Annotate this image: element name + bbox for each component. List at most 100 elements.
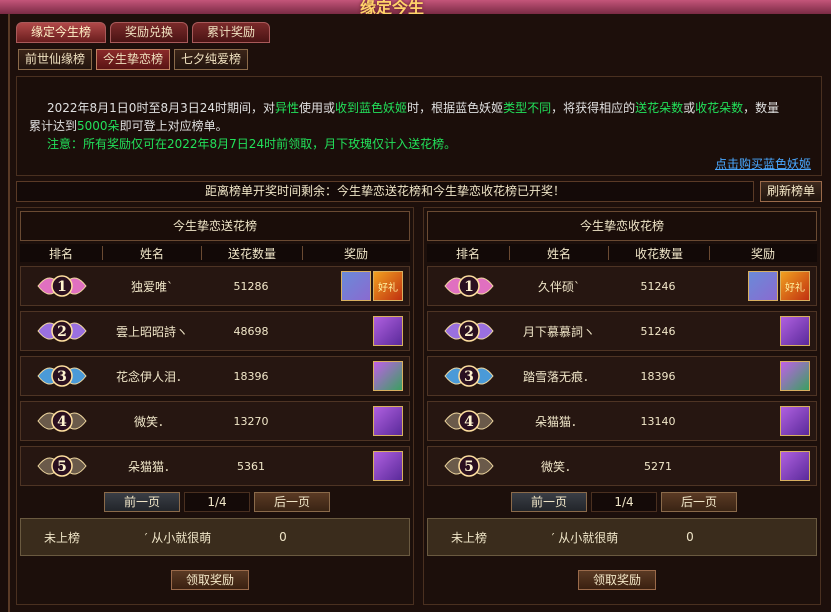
tab-this-life[interactable]: 今生挚恋榜 bbox=[96, 49, 171, 70]
flower-count: 51246 bbox=[640, 324, 676, 338]
svg-text:5: 5 bbox=[464, 459, 474, 475]
rank-badge: 3 bbox=[21, 359, 103, 393]
rank-badge: 4 bbox=[21, 404, 103, 438]
table-row: 1 独爱唯ˋ 51286 好礼 bbox=[20, 266, 410, 306]
rank-badge: 5 bbox=[428, 449, 510, 483]
player-name: 独爱唯ˋ bbox=[130, 279, 173, 294]
event-info: 2022年8月1日0时至8月3日24时期间，对异性使用或收到蓝色妖姬时，根据蓝色… bbox=[16, 76, 822, 176]
reward-slots bbox=[708, 361, 814, 391]
table-row: 1 久伴硕ˋ 51246 好礼 bbox=[427, 266, 817, 306]
reward-box-icon[interactable] bbox=[780, 451, 810, 481]
player-name: 花念伊人泪． bbox=[115, 369, 188, 384]
reward-gold-icon[interactable] bbox=[341, 271, 371, 301]
svg-text:1: 1 bbox=[464, 279, 474, 295]
flower-count: 51286 bbox=[233, 279, 269, 293]
prev-page-button[interactable]: 前一页 bbox=[104, 492, 180, 512]
svg-text:4: 4 bbox=[57, 414, 67, 430]
svg-text:1: 1 bbox=[57, 279, 67, 295]
table-row: 2 雲上昭昭詩ヽ 48698 bbox=[20, 311, 410, 351]
svg-text:2: 2 bbox=[464, 324, 474, 340]
rank-badge: 4 bbox=[428, 404, 510, 438]
rank-badge-icon: 5 bbox=[444, 455, 494, 477]
pagination: 前一页 1/4 后一页 bbox=[20, 492, 410, 512]
flower-count: 13270 bbox=[233, 414, 269, 428]
reward-slots bbox=[708, 406, 814, 436]
self-name: ′ 从小就很萌 bbox=[551, 530, 619, 545]
tab-past-life[interactable]: 前世仙缘榜 bbox=[18, 49, 93, 70]
rank-badge-icon: 2 bbox=[37, 320, 87, 342]
prev-page-button[interactable]: 前一页 bbox=[511, 492, 587, 512]
flower-count: 13140 bbox=[640, 414, 676, 428]
svg-text:3: 3 bbox=[57, 369, 67, 385]
column-headers: 排名 姓名 送花数量 奖励 bbox=[20, 244, 410, 262]
col-rank: 排名 bbox=[455, 246, 480, 261]
rank-badge-icon: 4 bbox=[444, 410, 494, 432]
panel-title: 今生挚恋送花榜 bbox=[20, 211, 410, 241]
buy-blue-rose-link[interactable]: 点击购买蓝色妖姬 bbox=[715, 155, 811, 172]
col-rank: 排名 bbox=[48, 246, 73, 261]
player-name: 朵猫猫． bbox=[534, 414, 583, 429]
table-row: 5 微笑． 5271 bbox=[427, 446, 817, 486]
receive-flower-panel: 今生挚恋收花榜 排名 姓名 收花数量 奖励 1 久伴硕ˋ 51246 好礼 2 … bbox=[423, 207, 821, 605]
flower-count: 18396 bbox=[640, 369, 676, 383]
rank-badge-icon: 3 bbox=[37, 365, 87, 387]
svg-text:3: 3 bbox=[464, 369, 474, 385]
reward-slots bbox=[301, 451, 407, 481]
player-name: 雲上昭昭詩ヽ bbox=[115, 324, 188, 339]
reward-box-icon[interactable] bbox=[373, 406, 403, 436]
pagination: 前一页 1/4 后一页 bbox=[427, 492, 817, 512]
reward-box-icon[interactable] bbox=[780, 406, 810, 436]
svg-text:2: 2 bbox=[57, 324, 67, 340]
player-name: 微笑． bbox=[540, 459, 577, 474]
table-row: 4 微笑． 13270 bbox=[20, 401, 410, 441]
flower-count: 18396 bbox=[233, 369, 269, 383]
reward-gold-icon[interactable] bbox=[748, 271, 778, 301]
reward-fire-icon[interactable]: 好礼 bbox=[373, 271, 403, 301]
rank-badge-icon: 4 bbox=[37, 410, 87, 432]
next-page-button[interactable]: 后一页 bbox=[254, 492, 330, 512]
rank-badge-icon: 1 bbox=[37, 275, 87, 297]
flower-count: 5271 bbox=[644, 459, 672, 473]
page-indicator: 1/4 bbox=[591, 492, 657, 512]
player-name: 朵猫猫． bbox=[127, 459, 176, 474]
reward-slots bbox=[301, 361, 407, 391]
next-page-button[interactable]: 后一页 bbox=[661, 492, 737, 512]
col-reward: 奖励 bbox=[750, 246, 775, 261]
player-name: 久伴硕ˋ bbox=[537, 279, 580, 294]
rank-badge: 1 bbox=[21, 269, 103, 303]
rank-badge: 3 bbox=[428, 359, 510, 393]
player-name: 微笑． bbox=[133, 414, 170, 429]
refresh-button[interactable]: 刷新榜单 bbox=[760, 181, 822, 202]
svg-text:4: 4 bbox=[464, 414, 474, 430]
rank-badge: 5 bbox=[21, 449, 103, 483]
self-rank-row: 未上榜 ′ 从小就很萌 0 bbox=[20, 518, 410, 556]
tab-cumulative-reward[interactable]: 累计奖励 bbox=[192, 22, 271, 43]
self-count: 0 bbox=[279, 530, 287, 544]
reward-green-icon[interactable] bbox=[373, 361, 403, 391]
reward-green-icon[interactable] bbox=[780, 361, 810, 391]
claim-reward-button[interactable]: 领取奖励 bbox=[578, 570, 656, 590]
tab-qixi[interactable]: 七夕纯爱榜 bbox=[174, 49, 249, 70]
claim-reward-button[interactable]: 领取奖励 bbox=[171, 570, 249, 590]
self-count: 0 bbox=[686, 530, 694, 544]
player-name: 月下慕慕詞ヽ bbox=[522, 324, 595, 339]
primary-tabs: 缘定今生榜 奖励兑换 累计奖励 bbox=[16, 22, 271, 43]
col-name: 姓名 bbox=[546, 246, 571, 261]
reward-box-icon[interactable] bbox=[373, 316, 403, 346]
reward-box-icon[interactable] bbox=[373, 451, 403, 481]
info-line-3: 注意：所有奖励仅可在2022年8月7日24时前领取，月下玫瑰仅计入送花榜。 bbox=[47, 137, 457, 151]
tab-reward-exchange[interactable]: 奖励兑换 bbox=[110, 22, 189, 43]
flower-count: 5361 bbox=[237, 459, 265, 473]
rank-badge-icon: 3 bbox=[444, 365, 494, 387]
rank-badge: 2 bbox=[428, 314, 510, 348]
tab-yuanding[interactable]: 缘定今生榜 bbox=[16, 22, 107, 43]
panel-title: 今生挚恋收花榜 bbox=[427, 211, 817, 241]
table-row: 2 月下慕慕詞ヽ 51246 bbox=[427, 311, 817, 351]
self-status: 未上榜 bbox=[450, 530, 487, 545]
rank-badge: 2 bbox=[21, 314, 103, 348]
secondary-tabs: 前世仙缘榜 今生挚恋榜 七夕纯爱榜 bbox=[18, 49, 249, 70]
reward-box-icon[interactable] bbox=[780, 316, 810, 346]
reward-fire-icon[interactable]: 好礼 bbox=[780, 271, 810, 301]
col-name: 姓名 bbox=[139, 246, 164, 261]
info-line-2: 累计达到5000朵即可登上对应榜单。 bbox=[29, 119, 228, 133]
